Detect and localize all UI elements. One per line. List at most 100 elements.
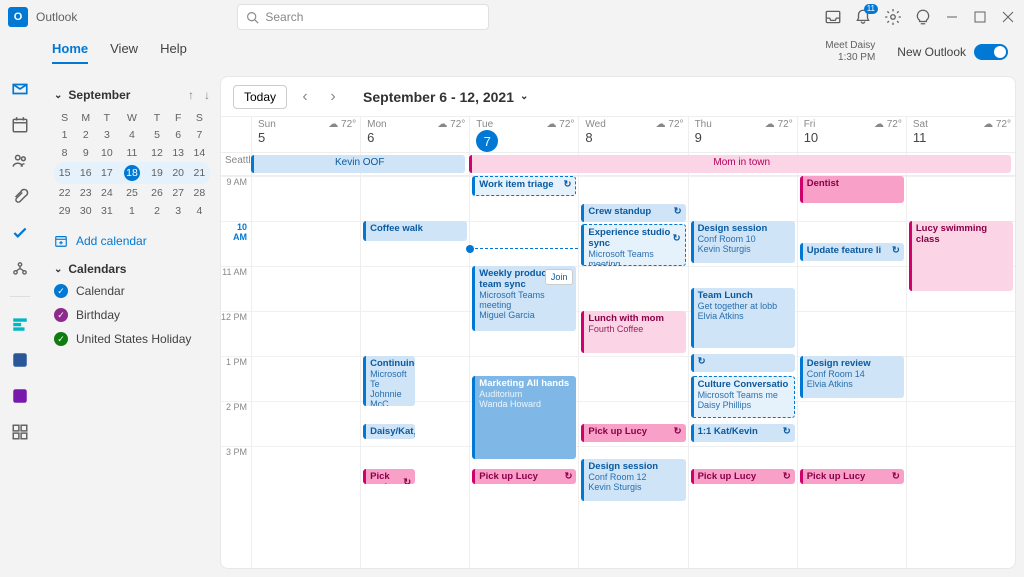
calendar-event[interactable]: Weekly product team syncMicrosoft Teams … (472, 266, 576, 331)
mini-day[interactable]: 21 (189, 162, 210, 184)
rail-people-icon[interactable] (11, 152, 29, 170)
calendar-event[interactable]: Experience studio sync↻Microsoft Teams m… (581, 224, 685, 266)
mini-day[interactable]: 28 (189, 184, 210, 202)
mini-day[interactable]: 23 (75, 184, 96, 202)
mini-day[interactable]: 17 (96, 162, 117, 184)
day-header[interactable]: Tue7☁ 72° (469, 117, 578, 152)
next-meeting[interactable]: Meet Daisy1:30 PM (825, 40, 875, 64)
mini-day[interactable]: 24 (96, 184, 117, 202)
prev-month-icon[interactable]: ↑ (188, 88, 194, 102)
calendar-event[interactable]: Design reviewConf Room 14Elvia Atkins (800, 356, 904, 398)
tab-help[interactable]: Help (160, 41, 187, 64)
chevron-down-icon[interactable]: ⌄ (520, 91, 528, 102)
rail-todo-icon[interactable] (11, 224, 29, 242)
mini-day[interactable]: 11 (117, 144, 146, 162)
mini-day[interactable]: 16 (75, 162, 96, 184)
chevron-down-icon[interactable]: ⌄ (54, 264, 62, 275)
day-header[interactable]: Wed8☁ 72° (578, 117, 687, 152)
calendar-event[interactable]: Pick up Lucy↻ (472, 469, 576, 484)
day-header[interactable]: Sat11☁ 72° (906, 117, 1015, 152)
mini-day[interactable]: 1 (54, 126, 75, 144)
calendar-event[interactable]: Daisy/Kat :↻ (363, 424, 415, 439)
mini-day[interactable]: 5 (146, 126, 167, 144)
close-button[interactable] (1000, 9, 1016, 25)
inbox-icon[interactable] (824, 8, 842, 26)
rail-org-icon[interactable] (11, 260, 29, 278)
mini-day[interactable]: 6 (168, 126, 189, 144)
calendar-item[interactable]: ✓Calendar (54, 284, 210, 298)
rail-mail-icon[interactable] (11, 80, 29, 98)
day-column[interactable]: Lucy swimming class (906, 176, 1015, 568)
calendar-event[interactable]: Pick up Lucy↻ (691, 469, 795, 484)
day-column[interactable]: Work item triage↻ Weekly product team syn… (469, 176, 578, 568)
calendar-event[interactable]: Dentist (800, 176, 904, 203)
mini-day[interactable]: 3 (168, 202, 189, 220)
tips-icon[interactable] (914, 8, 932, 26)
mini-day[interactable]: 26 (146, 184, 167, 202)
calendar-event[interactable]: Crew standup↻ (581, 204, 685, 222)
calendar-event[interactable]: Culture ConversatioMicrosoft Teams meDai… (691, 376, 795, 418)
today-button[interactable]: Today (233, 85, 287, 109)
mini-day[interactable]: 2 (75, 126, 96, 144)
mini-day[interactable]: 10 (96, 144, 117, 162)
mini-day[interactable]: 13 (168, 144, 189, 162)
mini-day[interactable]: 12 (146, 144, 167, 162)
calendar-event[interactable]: Pick up Lu↻ (363, 469, 415, 484)
calendar-event[interactable]: Update feature li↻ (800, 243, 904, 261)
maximize-button[interactable] (972, 9, 988, 25)
allday-event[interactable]: Kevin OOF (251, 155, 465, 173)
calendar-item[interactable]: ✓United States Holiday (54, 332, 210, 346)
day-column[interactable]: Dentist Update feature li↻ Design reviewCo… (797, 176, 906, 568)
tab-home[interactable]: Home (52, 41, 88, 64)
mini-day[interactable]: 30 (75, 202, 96, 220)
day-column[interactable]: Design sessionConf Room 10Kevin Sturgis T… (688, 176, 797, 568)
rail-word-icon[interactable] (11, 351, 29, 369)
calendar-event[interactable]: Marketing All handsAuditoriumWanda Howar… (472, 376, 576, 459)
calendar-event[interactable]: Pick up Lucy↻ (581, 424, 685, 442)
mini-day[interactable]: 14 (189, 144, 210, 162)
allday-event[interactable]: Mom in town (469, 155, 1011, 173)
mini-day[interactable]: 18 (117, 162, 146, 184)
calendar-event[interactable]: ContinuingMicrosoft TeJohnnie McC (363, 356, 415, 406)
next-week-icon[interactable]: › (323, 87, 343, 107)
mini-day[interactable]: 8 (54, 144, 75, 162)
mini-day[interactable]: 31 (96, 202, 117, 220)
day-column[interactable]: Coffee walk ContinuingMicrosoft TeJohnnie… (360, 176, 469, 568)
next-month-icon[interactable]: ↓ (204, 88, 210, 102)
calendar-event[interactable]: Team LunchGet together at lobbElvia Atki… (691, 288, 795, 348)
calendar-event[interactable]: Lunch with momFourth Coffee (581, 311, 685, 353)
day-header[interactable]: Mon6☁ 72° (360, 117, 469, 152)
day-header[interactable]: Thu9☁ 72° (688, 117, 797, 152)
settings-icon[interactable] (884, 8, 902, 26)
calendar-event[interactable]: Design sessionConf Room 10Kevin Sturgis (691, 221, 795, 263)
rail-app1-icon[interactable] (11, 315, 29, 333)
notifications-icon[interactable]: 11 (854, 8, 872, 26)
calendar-event[interactable]: 1:1 Kat/Kevin↻ (691, 424, 795, 442)
tab-view[interactable]: View (110, 41, 138, 64)
calendar-event[interactable]: Pick up Lucy↻ (800, 469, 904, 484)
mini-day[interactable]: 22 (54, 184, 75, 202)
mini-day[interactable]: 9 (75, 144, 96, 162)
mini-day[interactable]: 15 (54, 162, 75, 184)
day-header[interactable]: Fri10☁ 72° (797, 117, 906, 152)
mini-day[interactable]: 3 (96, 126, 117, 144)
calendar-item[interactable]: ✓Birthday (54, 308, 210, 322)
rail-onenote-icon[interactable] (11, 387, 29, 405)
calendar-event[interactable]: Work item triage↻ (472, 176, 576, 196)
mini-day[interactable]: 2 (146, 202, 167, 220)
rail-calendar-icon[interactable] (11, 116, 29, 134)
rail-files-icon[interactable] (11, 188, 29, 206)
day-column[interactable] (251, 176, 360, 568)
calendar-event[interactable]: Coffee walk (363, 221, 467, 241)
mini-day[interactable]: 7 (189, 126, 210, 144)
minimize-button[interactable] (944, 9, 960, 25)
mini-day[interactable]: 19 (146, 162, 167, 184)
search-input[interactable]: Search (237, 4, 489, 30)
day-header[interactable]: Sun5☁ 72° (251, 117, 360, 152)
calendar-event[interactable]: ↻ (691, 354, 795, 372)
calendar-event[interactable]: Lucy swimming class (909, 221, 1013, 291)
mini-day[interactable]: 27 (168, 184, 189, 202)
day-column[interactable]: Crew standup↻ Experience studio sync↻Micr… (578, 176, 687, 568)
mini-day[interactable]: 4 (117, 126, 146, 144)
chevron-down-icon[interactable]: ⌄ (54, 90, 62, 101)
